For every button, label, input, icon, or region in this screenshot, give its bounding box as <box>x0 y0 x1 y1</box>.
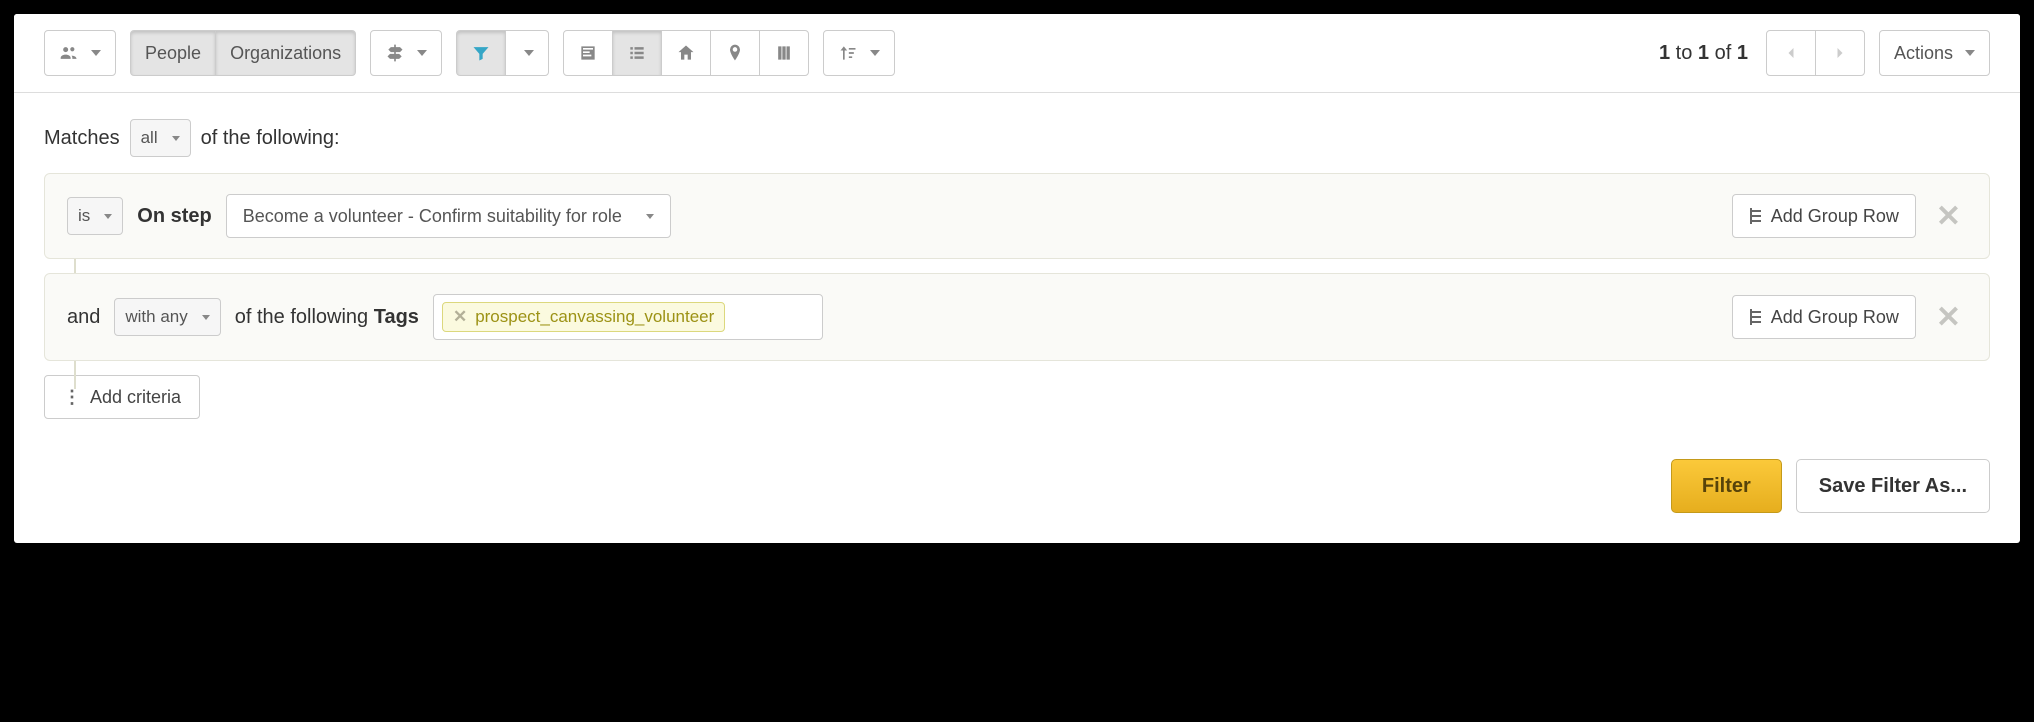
funnel-icon <box>471 43 491 63</box>
prev-page-button[interactable] <box>1766 30 1816 76</box>
chevron-down-icon <box>172 136 180 141</box>
condition-select[interactable]: is <box>67 197 123 235</box>
sort-icon <box>838 43 858 63</box>
pin-icon <box>725 43 745 63</box>
tag-chip: ✕ prospect_canvassing_volunteer <box>442 302 725 332</box>
pager-to-word: to <box>1676 42 1693 64</box>
add-group-label: Add Group Row <box>1771 206 1899 227</box>
filter-actions: Filter Save Filter As... <box>44 459 1990 513</box>
view-mode-group <box>563 30 809 76</box>
home-icon <box>676 43 696 63</box>
step-select[interactable]: Become a volunteer - Confirm suitability… <box>226 194 671 238</box>
filter-button[interactable]: Filter <box>1671 459 1782 513</box>
criteria-row-2: and with any of the following Tags ✕ pro… <box>44 273 1990 361</box>
view-map-button[interactable] <box>710 30 760 76</box>
signpost-icon <box>385 43 405 63</box>
chevron-down-icon <box>91 50 101 56</box>
chevron-down-icon <box>417 50 427 56</box>
list-view-icon <box>627 43 647 63</box>
filter-toggle <box>456 30 549 76</box>
detail-view-icon <box>578 43 598 63</box>
chevron-down-icon <box>524 50 534 56</box>
chevron-down-icon <box>202 315 210 320</box>
view-detail-button[interactable] <box>563 30 613 76</box>
add-criteria-button[interactable]: ⋮ Add criteria <box>44 375 200 419</box>
chevron-down-icon <box>104 214 112 219</box>
chevron-left-icon <box>1781 43 1801 63</box>
signpost-button[interactable] <box>370 30 442 76</box>
add-group-label: Add Group Row <box>1771 307 1899 328</box>
entity-type-button[interactable] <box>44 30 116 76</box>
users-icon <box>59 43 79 63</box>
matches-prefix: Matches <box>44 127 120 150</box>
tag-label: prospect_canvassing_volunteer <box>475 307 714 327</box>
view-list-button[interactable] <box>612 30 662 76</box>
add-group-row-button[interactable]: Add Group Row <box>1732 194 1916 238</box>
tab-people[interactable]: People <box>130 30 216 76</box>
chevron-down-icon <box>646 214 654 219</box>
tab-orgs-label: Organizations <box>230 43 341 64</box>
tag-mode-value: with any <box>125 307 187 327</box>
tags-input[interactable]: ✕ prospect_canvassing_volunteer <box>433 294 823 340</box>
remove-tag-button[interactable]: ✕ <box>453 307 467 327</box>
save-filter-as-button[interactable]: Save Filter As... <box>1796 459 1990 513</box>
chevron-right-icon <box>1830 43 1850 63</box>
matches-suffix: of the following: <box>201 127 340 150</box>
criteria-field-label: On step <box>137 205 211 228</box>
pager-text: 1 to 1 of 1 <box>1659 42 1748 65</box>
view-columns-button[interactable] <box>759 30 809 76</box>
save-filter-label: Save Filter As... <box>1819 475 1967 497</box>
dots-icon: ⋮ <box>63 387 80 408</box>
conjunction-label: and <box>67 306 100 329</box>
chevron-down-icon <box>870 50 880 56</box>
criteria-row-1: is On step Become a volunteer - Confirm … <box>44 173 1990 259</box>
sort-button[interactable] <box>823 30 895 76</box>
filter-dropdown-button[interactable] <box>505 30 549 76</box>
pager-from: 1 <box>1659 42 1670 64</box>
pager-buttons <box>1766 30 1865 76</box>
entity-toggle: People Organizations <box>130 30 356 76</box>
actions-label: Actions <box>1894 43 1953 64</box>
pager-of: 1 <box>1737 42 1748 64</box>
next-page-button[interactable] <box>1815 30 1865 76</box>
tags-bold-label: Tags <box>374 306 419 328</box>
matches-mode-select[interactable]: all <box>130 119 191 157</box>
add-criteria-label: Add criteria <box>90 387 181 408</box>
chevron-down-icon <box>1965 50 1975 56</box>
filter-button[interactable] <box>456 30 506 76</box>
remove-criteria-button[interactable]: ✕ <box>1930 300 1967 335</box>
filter-builder: Matches all of the following: is On step… <box>14 93 2020 543</box>
matches-mode-value: all <box>141 128 158 148</box>
remove-criteria-button[interactable]: ✕ <box>1930 199 1967 234</box>
tab-organizations[interactable]: Organizations <box>215 30 356 76</box>
pager-to: 1 <box>1698 42 1709 64</box>
condition-value: is <box>78 206 90 226</box>
filter-btn-label: Filter <box>1702 475 1751 497</box>
group-icon <box>1749 208 1763 224</box>
step-value: Become a volunteer - Confirm suitability… <box>243 206 622 227</box>
tags-prefix: of the following Tags <box>235 306 419 329</box>
columns-icon <box>774 43 794 63</box>
tags-prefix-text: of the following <box>235 306 368 328</box>
tab-people-label: People <box>145 43 201 64</box>
tag-mode-select[interactable]: with any <box>114 298 220 336</box>
app-frame: People Organizations <box>14 14 2020 543</box>
toolbar: People Organizations <box>14 14 2020 93</box>
actions-button[interactable]: Actions <box>1879 30 1990 76</box>
add-group-row-button[interactable]: Add Group Row <box>1732 295 1916 339</box>
pager-of-word: of <box>1715 42 1732 64</box>
matches-row: Matches all of the following: <box>44 119 1990 157</box>
group-icon <box>1749 309 1763 325</box>
view-household-button[interactable] <box>661 30 711 76</box>
